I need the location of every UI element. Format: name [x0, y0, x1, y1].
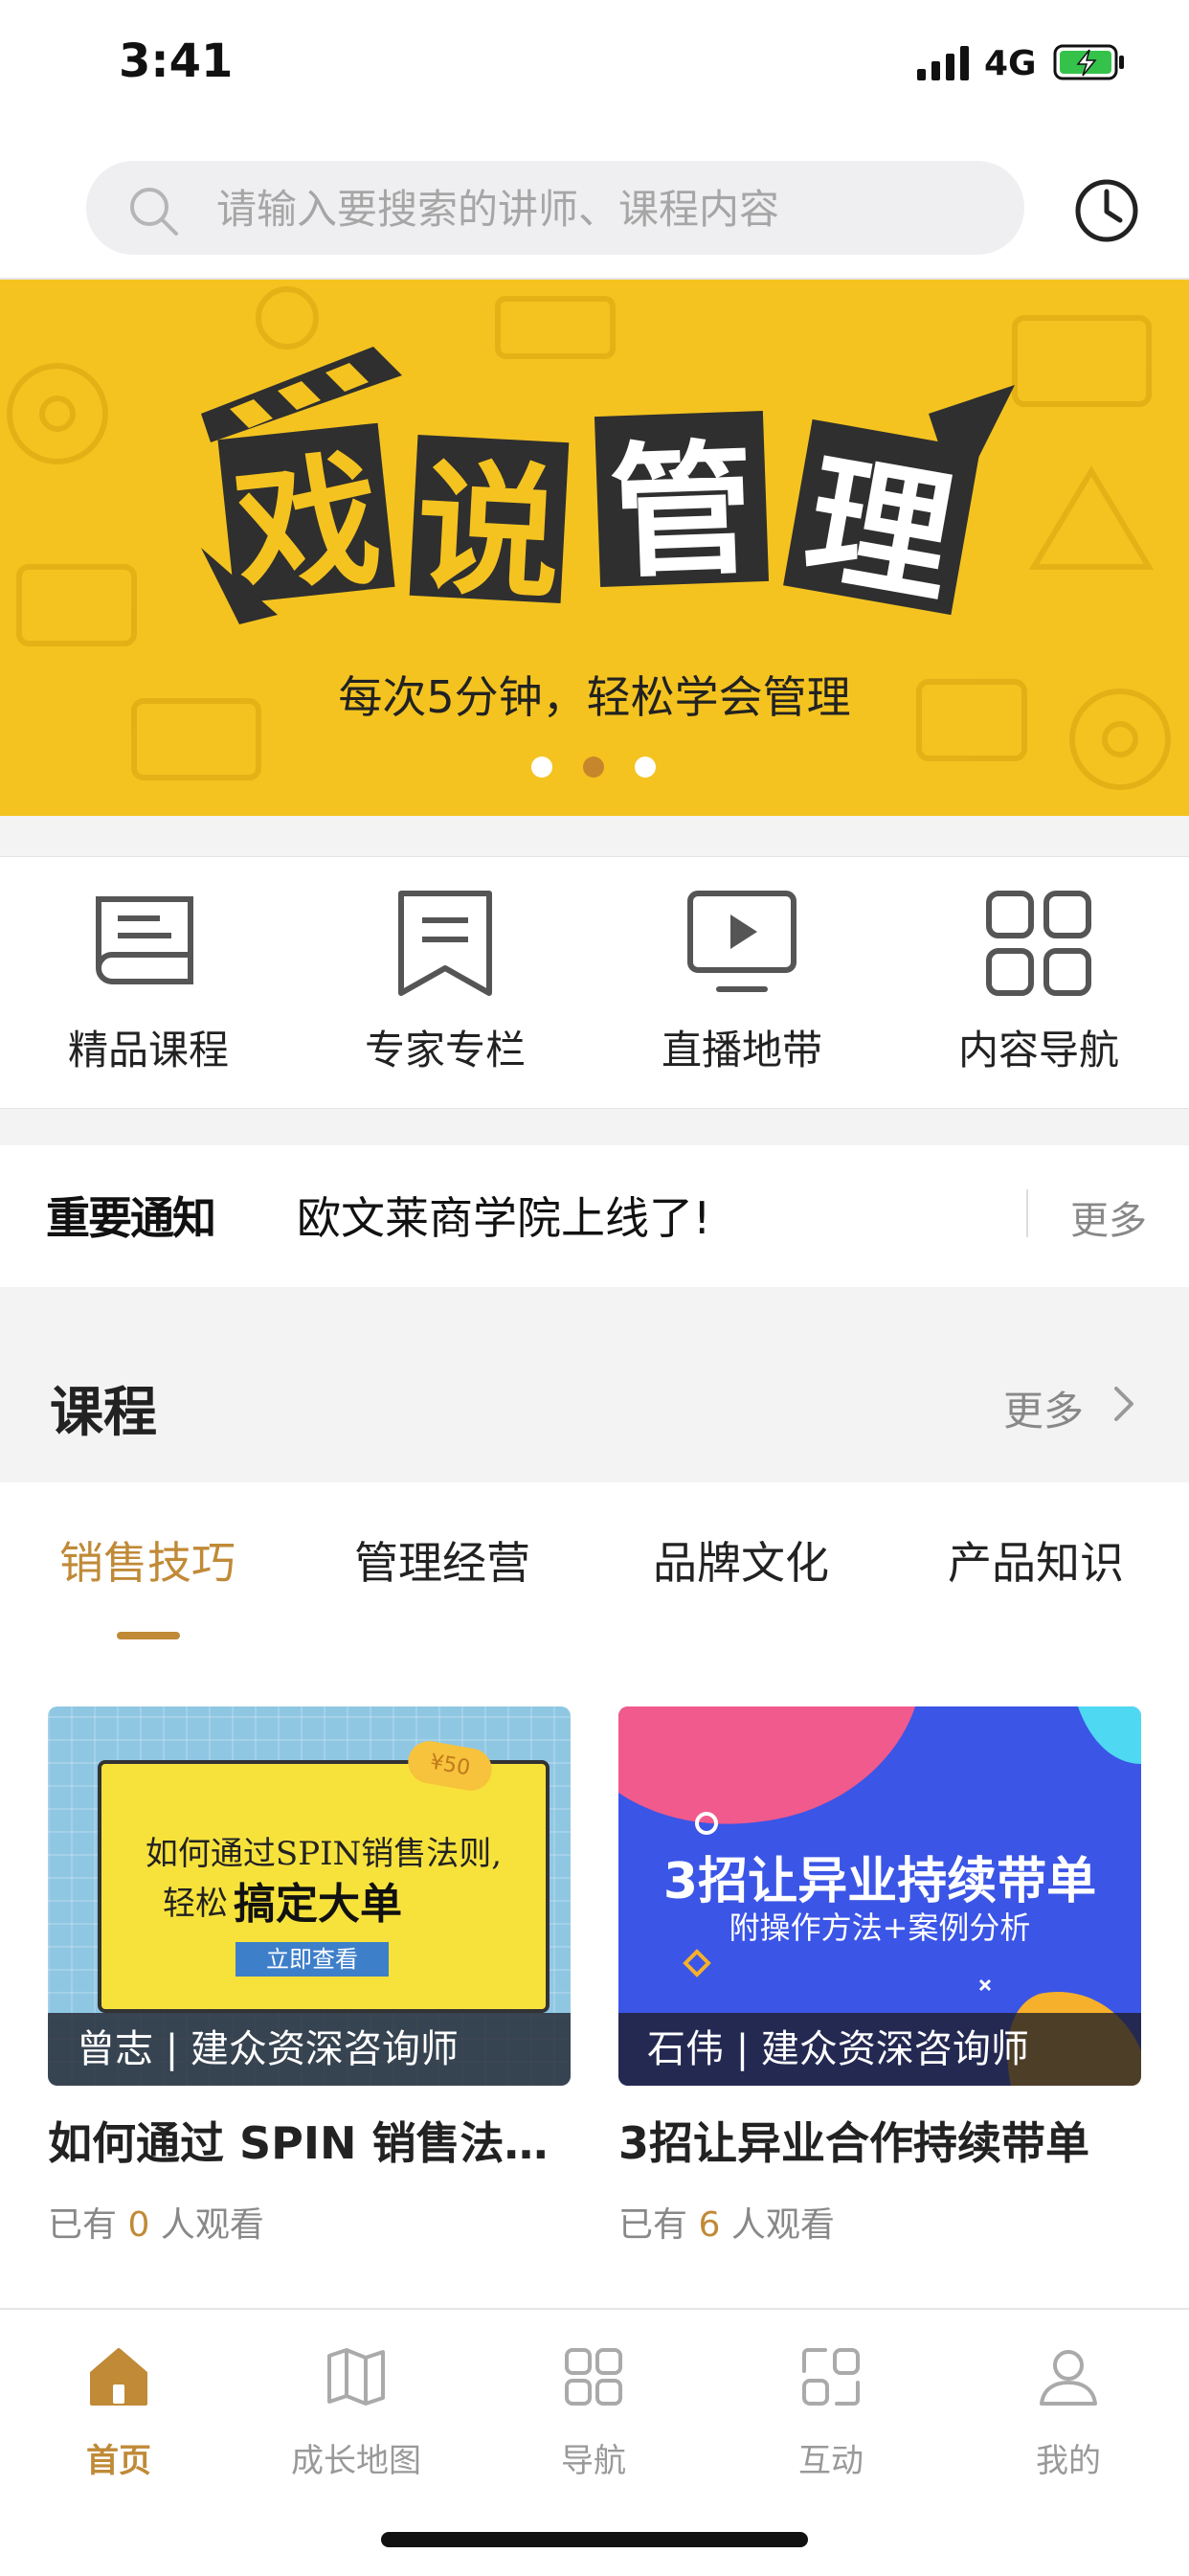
- views-count: 6: [698, 2205, 721, 2245]
- courses-more-link[interactable]: 更多: [1003, 1379, 1084, 1437]
- promo-banner[interactable]: 戏 说 管 理 每次5分钟，轻松学会管理: [0, 280, 1189, 816]
- battery-charging-icon: [1053, 44, 1124, 80]
- tab-home[interactable]: 首页: [0, 2344, 237, 2480]
- courses-section-header: 课程 更多: [0, 1325, 1189, 1480]
- pagination-dot[interactable]: [531, 757, 552, 778]
- thumb-view-button: 立即查看: [236, 1942, 389, 1977]
- quick-nav: 精品课程 专家专栏 直播地带 内容导航: [0, 856, 1189, 1109]
- tab-management[interactable]: 管理经营: [354, 1528, 530, 1592]
- banner-title-char: 说: [409, 434, 570, 619]
- search-icon: [130, 188, 178, 236]
- bookmark-icon: [398, 891, 492, 996]
- tab-product-knowledge[interactable]: 产品知识: [948, 1528, 1124, 1592]
- banner-title-char: 管: [594, 410, 770, 598]
- status-time: 3:41: [119, 34, 234, 88]
- course-thumbnail[interactable]: ¥50 如何通过SPIN销售法则, 轻松 搞定大单 立即查看 曾志 | 建众资深…: [48, 1706, 571, 2086]
- views-suffix: 人观看: [160, 2205, 264, 2245]
- thumb-caption: 曾志 | 建众资深咨询师: [48, 2013, 571, 2086]
- tab-label: 互动: [798, 2442, 864, 2480]
- thumb-caption: 石伟 | 建众资深咨询师: [618, 2013, 1141, 2086]
- grid-icon: [565, 2348, 622, 2406]
- user-icon: [1040, 2350, 1097, 2406]
- course-title[interactable]: 3招让异业合作持续带单: [618, 2109, 1141, 2172]
- tv-play-icon: [687, 891, 796, 992]
- quick-nav-content[interactable]: 内容导航: [890, 857, 1187, 1108]
- course-title[interactable]: 如何通过 SPIN 销售法则，轻松搞定大单: [48, 2109, 571, 2172]
- thumb-line-1: 如何通过SPIN销售法则,: [145, 1835, 503, 1873]
- home-icon: [90, 2348, 147, 2406]
- chevron-right-icon[interactable]: [1110, 1383, 1137, 1425]
- history-clock-icon[interactable]: [1072, 176, 1141, 245]
- thumb-line-1: 3招让异业持续带单: [662, 1853, 1097, 1910]
- tab-label: 我的: [1036, 2442, 1101, 2480]
- tab-growth-map[interactable]: 成长地图: [237, 2344, 475, 2480]
- course-views: 已有 0 人观看: [48, 2197, 264, 2247]
- quick-nav-label: 专家专栏: [364, 1027, 526, 1073]
- tab-sales-skills[interactable]: 销售技巧: [59, 1528, 236, 1592]
- signal-icon: [917, 46, 969, 80]
- home-indicator: [381, 2532, 808, 2547]
- active-tab-indicator: [117, 1632, 180, 1639]
- course-list: ¥50 如何通过SPIN销售法则, 轻松 搞定大单 立即查看 曾志 | 建众资深…: [0, 1639, 1189, 2310]
- search-input[interactable]: [214, 170, 984, 247]
- quick-nav-experts[interactable]: 专家专栏: [297, 857, 594, 1108]
- views-count: 0: [127, 2205, 150, 2245]
- map-icon: [327, 2348, 385, 2406]
- banner-title-char: 理: [783, 418, 980, 624]
- section-title: 课程: [50, 1382, 157, 1444]
- tab-navigation[interactable]: 导航: [475, 2344, 712, 2480]
- course-thumbnail[interactable]: 3招让异业持续带单 附操作方法+案例分析 石伟 | 建众资深咨询师: [618, 1706, 1141, 2086]
- tab-label: 导航: [561, 2442, 626, 2480]
- quick-nav-live[interactable]: 直播地带: [594, 857, 890, 1108]
- quick-nav-label: 精品课程: [67, 1027, 229, 1073]
- network-type: 4G: [984, 44, 1037, 83]
- banner-title-char: 戏: [217, 422, 395, 617]
- thumb-line-2a: 轻松: [163, 1885, 228, 1923]
- tab-mine[interactable]: 我的: [950, 2344, 1187, 2480]
- views-prefix: 已有: [48, 2205, 118, 2245]
- pagination-dot[interactable]: [635, 757, 656, 778]
- course-views: 已有 6 人观看: [618, 2197, 835, 2247]
- banner-subtitle: 每次5分钟，轻松学会管理: [338, 671, 851, 723]
- pagination-dot-active[interactable]: [583, 757, 604, 778]
- notice-text[interactable]: 欧文莱商学院上线了!: [297, 1184, 710, 1247]
- interact-icon: [802, 2348, 860, 2406]
- notice-badge: 重要通知: [46, 1192, 216, 1244]
- thumb-line-2: 附操作方法+案例分析: [729, 1909, 1031, 1946]
- views-suffix: 人观看: [730, 2205, 835, 2245]
- grid-icon: [986, 891, 1091, 996]
- quick-nav-label: 内容导航: [957, 1027, 1119, 1073]
- quick-nav-courses[interactable]: 精品课程: [0, 857, 297, 1108]
- tab-brand-culture[interactable]: 品牌文化: [653, 1528, 829, 1592]
- views-prefix: 已有: [618, 2205, 688, 2245]
- quick-nav-label: 直播地带: [661, 1027, 822, 1073]
- notice-more-link[interactable]: 更多: [1070, 1189, 1147, 1245]
- course-category-tabs: 销售技巧 管理经营 品牌文化 产品知识: [0, 1482, 1189, 1641]
- tab-interact[interactable]: 互动: [712, 2344, 950, 2480]
- tab-label: 成长地图: [291, 2442, 421, 2480]
- thumb-line-2b: 搞定大单: [234, 1880, 402, 1929]
- book-icon: [96, 896, 193, 984]
- banner-pagination: [531, 757, 658, 780]
- notice-bar[interactable]: 重要通知 欧文莱商学院上线了! 更多: [0, 1145, 1189, 1287]
- divider: [1026, 1189, 1028, 1237]
- tab-label: 首页: [86, 2442, 151, 2480]
